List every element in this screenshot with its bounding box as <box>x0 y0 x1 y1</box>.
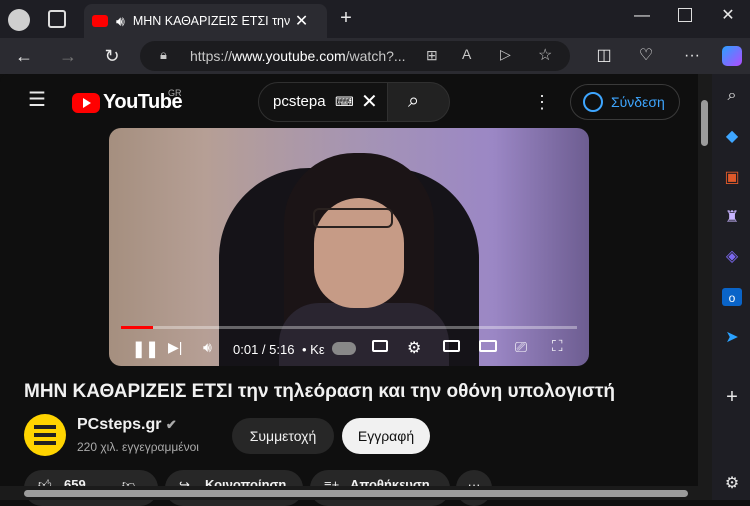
autoplay-toggle-icon[interactable] <box>332 342 356 355</box>
search-input[interactable]: pcstepa ⌨ ✕ <box>258 82 388 122</box>
search-icon: ⌕ <box>408 90 420 112</box>
sidebar-toolbox-icon[interactable]: ▣ <box>722 168 742 188</box>
browser-toolbar: ← → ↻ 🔒︎ https://www.youtube.com/watch?.… <box>0 38 750 74</box>
browser-titlebar: 🔊︎ ΜΗΝ ΚΑΘΑΡΙΖΕΙΣ ΕΤΣΙ την ✕ + — ✕ <box>0 0 750 38</box>
fullscreen-icon[interactable]: ⛶ <box>552 338 563 355</box>
close-window-icon[interactable]: ✕ <box>718 6 738 26</box>
video-title: ΜΗΝ ΚΑΘΑΡΙΖΕΙΣ ΕΤΣΙ την τηλεόραση και τη… <box>24 381 616 402</box>
new-tab-icon[interactable]: + <box>336 8 356 28</box>
vertical-scroll-thumb[interactable] <box>701 100 708 146</box>
hamburger-menu-icon[interactable]: ☰ <box>26 90 48 110</box>
chapter-label[interactable]: • Κε <box>302 342 325 357</box>
keyboard-icon[interactable]: ⌨ <box>335 83 354 121</box>
progress-bar-fill <box>121 326 153 329</box>
sidebar-copilot-icon[interactable]: ◈ <box>722 247 742 267</box>
horizontal-scroll-thumb[interactable] <box>24 490 688 497</box>
time-display: 0:01 / 5:16 <box>233 342 295 357</box>
minimize-icon[interactable]: — <box>632 6 652 26</box>
search-input-value: pcstepa <box>273 93 326 110</box>
verified-check-icon: ✔ <box>165 417 177 432</box>
progress-bar[interactable] <box>121 326 577 329</box>
sidebar-tag-icon[interactable]: ◆ <box>722 127 742 147</box>
sidebar-send-icon[interactable]: ➤ <box>722 328 742 348</box>
next-icon[interactable]: ▶| <box>168 339 182 356</box>
more-menu-icon[interactable]: ··· <box>682 46 702 66</box>
channel-name-label: PCsteps.gr <box>77 416 162 433</box>
video-player[interactable] <box>109 128 589 366</box>
clear-search-icon[interactable]: ✕ <box>361 83 378 121</box>
youtube-logo-icon[interactable] <box>72 93 100 113</box>
edge-sidebar: ⌕ ◆ ▣ ♜ ◈ o ➤ + ⚙ <box>712 74 750 500</box>
signin-label: Σύνδεση <box>611 94 665 110</box>
presenter-glasses-image <box>313 208 393 228</box>
browser-essentials-icon[interactable]: ♡ <box>636 46 656 66</box>
tab-youtube[interactable]: 🔊︎ ΜΗΝ ΚΑΘΑΡΙΖΕΙΣ ΕΤΣΙ την ✕ <box>84 4 327 38</box>
region-badge: GR <box>168 88 182 98</box>
signin-button[interactable]: Σύνδεση <box>570 84 680 120</box>
sidebar-add-icon[interactable]: + <box>722 387 742 407</box>
tab-title: ΜΗΝ ΚΑΘΑΡΙΖΕΙΣ ΕΤΣΙ την <box>132 14 291 28</box>
favorite-star-icon[interactable]: ☆ <box>538 45 552 65</box>
subtitles-icon[interactable] <box>372 340 388 352</box>
channel-name[interactable]: PCsteps.gr ✔ <box>77 416 177 434</box>
sidebar-outlook-icon[interactable]: o <box>722 288 742 306</box>
maximize-icon[interactable] <box>678 8 692 22</box>
subscriber-count: 220 χιλ. εγγεγραμμένοι <box>77 440 199 454</box>
join-button[interactable]: Συμμετοχή <box>232 418 334 454</box>
theater-mode-icon[interactable] <box>479 340 497 352</box>
settings-kebab-icon[interactable]: ⋮ <box>532 92 552 112</box>
copilot-icon[interactable] <box>722 46 742 66</box>
sidebar-games-icon[interactable]: ♜ <box>722 208 742 228</box>
url-path: /watch?... <box>345 48 406 64</box>
user-circle-icon <box>583 92 603 112</box>
sidebar-settings-icon[interactable]: ⚙ <box>722 474 742 494</box>
search-button[interactable]: ⌕ <box>387 82 450 122</box>
lock-icon: 🔒︎ <box>160 47 167 62</box>
url-prefix: https:// <box>190 48 233 64</box>
apps-icon[interactable]: ⊞ <box>426 47 438 64</box>
cast-icon[interactable]: ⎚ <box>515 339 527 356</box>
miniplayer-icon[interactable] <box>443 340 460 352</box>
read-aloud-icon[interactable]: A︎ <box>462 46 471 62</box>
channel-logo-bar-icon <box>34 433 56 437</box>
forward-icon[interactable]: → <box>58 46 78 66</box>
address-bar[interactable]: 🔒︎ https://www.youtube.com/watch?... ⊞ A… <box>140 41 570 71</box>
profile-avatar-icon[interactable] <box>8 9 30 31</box>
split-screen-icon[interactable]: ◫ <box>594 46 614 66</box>
volume-icon[interactable]: 🔊︎ <box>203 339 212 356</box>
settings-gear-icon[interactable]: ⚙ <box>407 338 421 358</box>
pause-icon[interactable]: ❚❚ <box>132 339 159 359</box>
youtube-favicon-icon <box>92 15 108 27</box>
close-tab-icon[interactable]: ✕ <box>295 11 308 31</box>
url-host: www.youtube.com <box>232 48 346 64</box>
subscribe-button[interactable]: Εγγραφή <box>342 418 430 454</box>
player-icon[interactable]: ▷ <box>500 46 511 63</box>
back-icon[interactable]: ← <box>14 46 34 66</box>
channel-avatar[interactable] <box>24 414 66 456</box>
sidebar-search-icon[interactable]: ⌕ <box>722 86 742 106</box>
refresh-icon[interactable]: ↻ <box>102 46 122 66</box>
speaker-icon[interactable]: 🔊︎ <box>116 13 125 30</box>
tab-actions-icon[interactable] <box>48 10 66 28</box>
